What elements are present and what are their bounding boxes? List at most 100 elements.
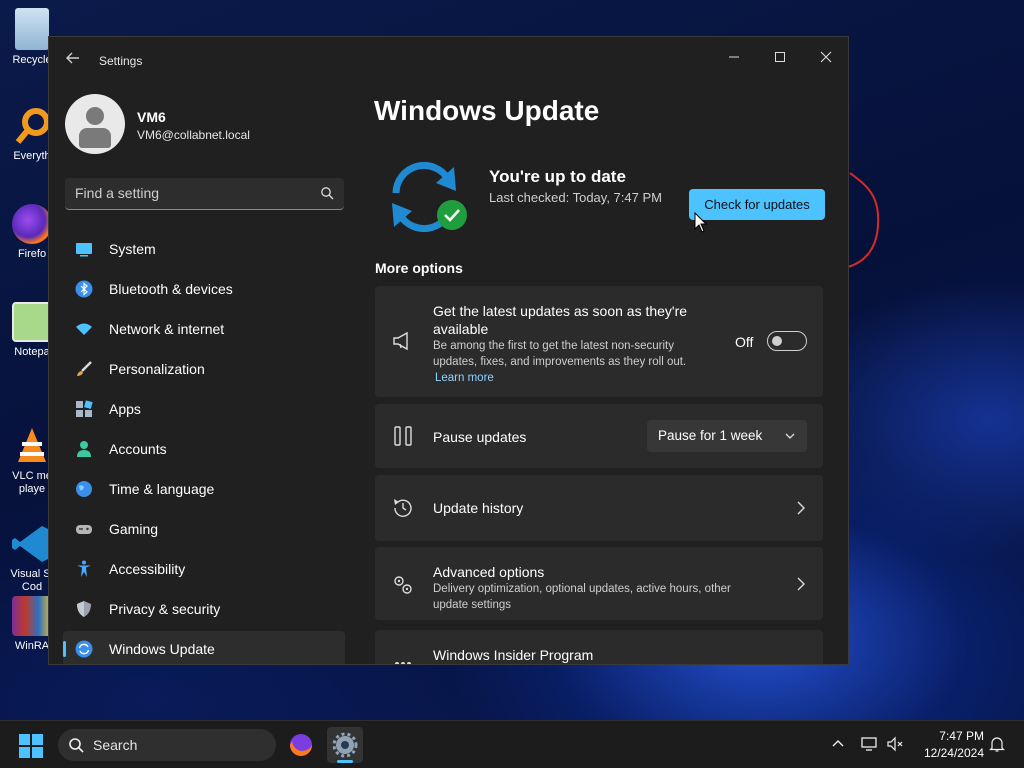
taskbar-clock-date[interactable]: 12/24/2024 xyxy=(920,746,984,760)
sidebar-item-label: Time & language xyxy=(109,481,215,497)
insider-program-card[interactable]: Windows Insider Program xyxy=(375,630,823,664)
accounts-icon xyxy=(77,441,91,457)
megaphone-icon xyxy=(393,331,408,351)
find-setting-input[interactable] xyxy=(75,178,305,208)
profile-name: VM6 xyxy=(137,109,166,125)
update-icon xyxy=(75,640,93,658)
avatar-body-shape xyxy=(79,128,111,148)
gamepad-icon xyxy=(76,525,92,534)
toggle-knob xyxy=(772,336,782,346)
latest-updates-toggle[interactable] xyxy=(767,331,807,351)
everything-search-icon xyxy=(12,106,52,146)
page-title: Windows Update xyxy=(374,95,600,126)
pause-duration-value: Pause for 1 week xyxy=(658,428,763,443)
sidebar-item-label: Accounts xyxy=(109,441,167,457)
recycle-bin-icon xyxy=(15,8,49,50)
taskbar: Search 7:47 PM 12/24/2024 xyxy=(0,720,1024,768)
latest-updates-title-line2: available xyxy=(433,321,489,337)
last-checked-text: Last checked: Today, 7:47 PM xyxy=(489,190,662,205)
more-options-heading: More options xyxy=(375,260,463,276)
latest-updates-card[interactable]: Get the latest updates as soon as they'r… xyxy=(375,286,823,397)
firefox-icon xyxy=(290,734,312,756)
sidebar-nav: System Bluetooth & devices Network & int… xyxy=(63,231,345,664)
sidebar-item-label: Gaming xyxy=(109,521,159,537)
avatar[interactable] xyxy=(65,94,125,154)
notification-bell-icon[interactable] xyxy=(988,735,1006,753)
vlc-icon xyxy=(12,413,52,462)
taskbar-search-label: Search xyxy=(93,737,138,753)
taskbar-search[interactable]: Search xyxy=(58,729,276,761)
sidebar-item-bluetooth[interactable]: Bluetooth & devices xyxy=(63,271,345,307)
firefox-icon xyxy=(12,204,52,244)
title-bar[interactable]: Settings xyxy=(49,37,848,85)
apps-icon xyxy=(76,400,93,417)
close-button[interactable] xyxy=(803,43,848,73)
search-icon[interactable] xyxy=(320,186,334,200)
chevron-right-icon xyxy=(797,501,805,515)
taskbar-app-settings[interactable] xyxy=(327,727,363,763)
sidebar-item-windows-update[interactable]: Windows Update xyxy=(63,631,345,664)
minimize-icon xyxy=(729,56,739,58)
sidebar-item-label: Apps xyxy=(109,401,141,417)
sync-check-icon xyxy=(392,161,467,233)
taskbar-app-firefox[interactable] xyxy=(283,727,319,763)
sidebar-item-label: Accessibility xyxy=(109,561,186,577)
sidebar-item-time-language[interactable]: Time & language xyxy=(63,471,345,507)
chevron-up-icon[interactable] xyxy=(829,735,847,753)
close-icon xyxy=(820,51,832,63)
back-button[interactable] xyxy=(63,51,83,71)
maximize-button[interactable] xyxy=(757,43,803,73)
window-title: Settings xyxy=(99,54,143,68)
toggle-state-label: Off xyxy=(735,334,754,350)
sidebar-item-apps[interactable]: Apps xyxy=(63,391,345,427)
pause-updates-card: Pause updates Pause for 1 week xyxy=(375,404,823,468)
mouse-cursor-icon xyxy=(694,212,708,233)
volume-muted-icon[interactable] xyxy=(886,735,904,753)
gears-icon xyxy=(394,576,412,594)
sidebar-item-system[interactable]: System xyxy=(63,231,345,267)
search-icon xyxy=(69,738,84,753)
taskbar-clock-time[interactable]: 7:47 PM xyxy=(920,729,984,743)
accessibility-icon xyxy=(77,560,91,577)
update-history-card[interactable]: Update history xyxy=(375,475,823,541)
vscode-icon xyxy=(12,511,52,562)
avatar-head-shape xyxy=(86,107,104,125)
insider-program-title: Windows Insider Program xyxy=(433,647,594,663)
sidebar-item-privacy[interactable]: Privacy & security xyxy=(63,591,345,627)
sidebar-item-label: Network & internet xyxy=(109,321,225,337)
sidebar-item-network[interactable]: Network & internet xyxy=(63,311,345,347)
sidebar-item-label: System xyxy=(109,241,156,257)
history-icon xyxy=(394,499,412,517)
sidebar-item-label: Bluetooth & devices xyxy=(109,281,233,297)
latest-updates-desc-line2: updates, fixes, and improvements as they… xyxy=(433,356,687,368)
notepad-icon xyxy=(12,302,52,342)
brush-icon xyxy=(77,361,92,376)
sidebar-item-gaming[interactable]: Gaming xyxy=(63,511,345,547)
active-app-indicator xyxy=(337,760,353,763)
settings-window: Settings VM6 VM6@collabnet.local System … xyxy=(48,36,849,665)
advanced-options-card[interactable]: Advanced options Delivery optimization, … xyxy=(375,547,823,620)
maximize-icon xyxy=(775,52,785,62)
chevron-right-icon xyxy=(797,577,805,591)
chevron-down-icon xyxy=(785,433,795,439)
sidebar-item-label: Personalization xyxy=(109,361,205,377)
pause-duration-dropdown[interactable]: Pause for 1 week xyxy=(647,420,807,452)
winrar-icon xyxy=(12,596,52,636)
minimize-button[interactable] xyxy=(711,43,757,73)
windows-start-icon[interactable] xyxy=(18,733,44,759)
pause-icon xyxy=(394,426,412,446)
pause-updates-title: Pause updates xyxy=(433,429,527,445)
sidebar-item-personalization[interactable]: Personalization xyxy=(63,351,345,387)
latest-updates-desc-line1: Be among the first to get the latest non… xyxy=(433,340,674,352)
update-history-title: Update history xyxy=(433,500,524,516)
advanced-options-desc-line2: update settings xyxy=(433,599,512,611)
insider-icon xyxy=(395,662,411,664)
learn-more-link[interactable]: Learn more xyxy=(435,372,494,384)
sidebar-item-accounts[interactable]: Accounts xyxy=(63,431,345,467)
find-setting-box[interactable] xyxy=(65,178,344,210)
bluetooth-icon xyxy=(75,280,93,298)
gear-icon xyxy=(332,732,358,758)
network-icon[interactable] xyxy=(860,735,878,753)
check-for-updates-button[interactable]: Check for updates xyxy=(689,189,825,220)
sidebar-item-accessibility[interactable]: Accessibility xyxy=(63,551,345,587)
